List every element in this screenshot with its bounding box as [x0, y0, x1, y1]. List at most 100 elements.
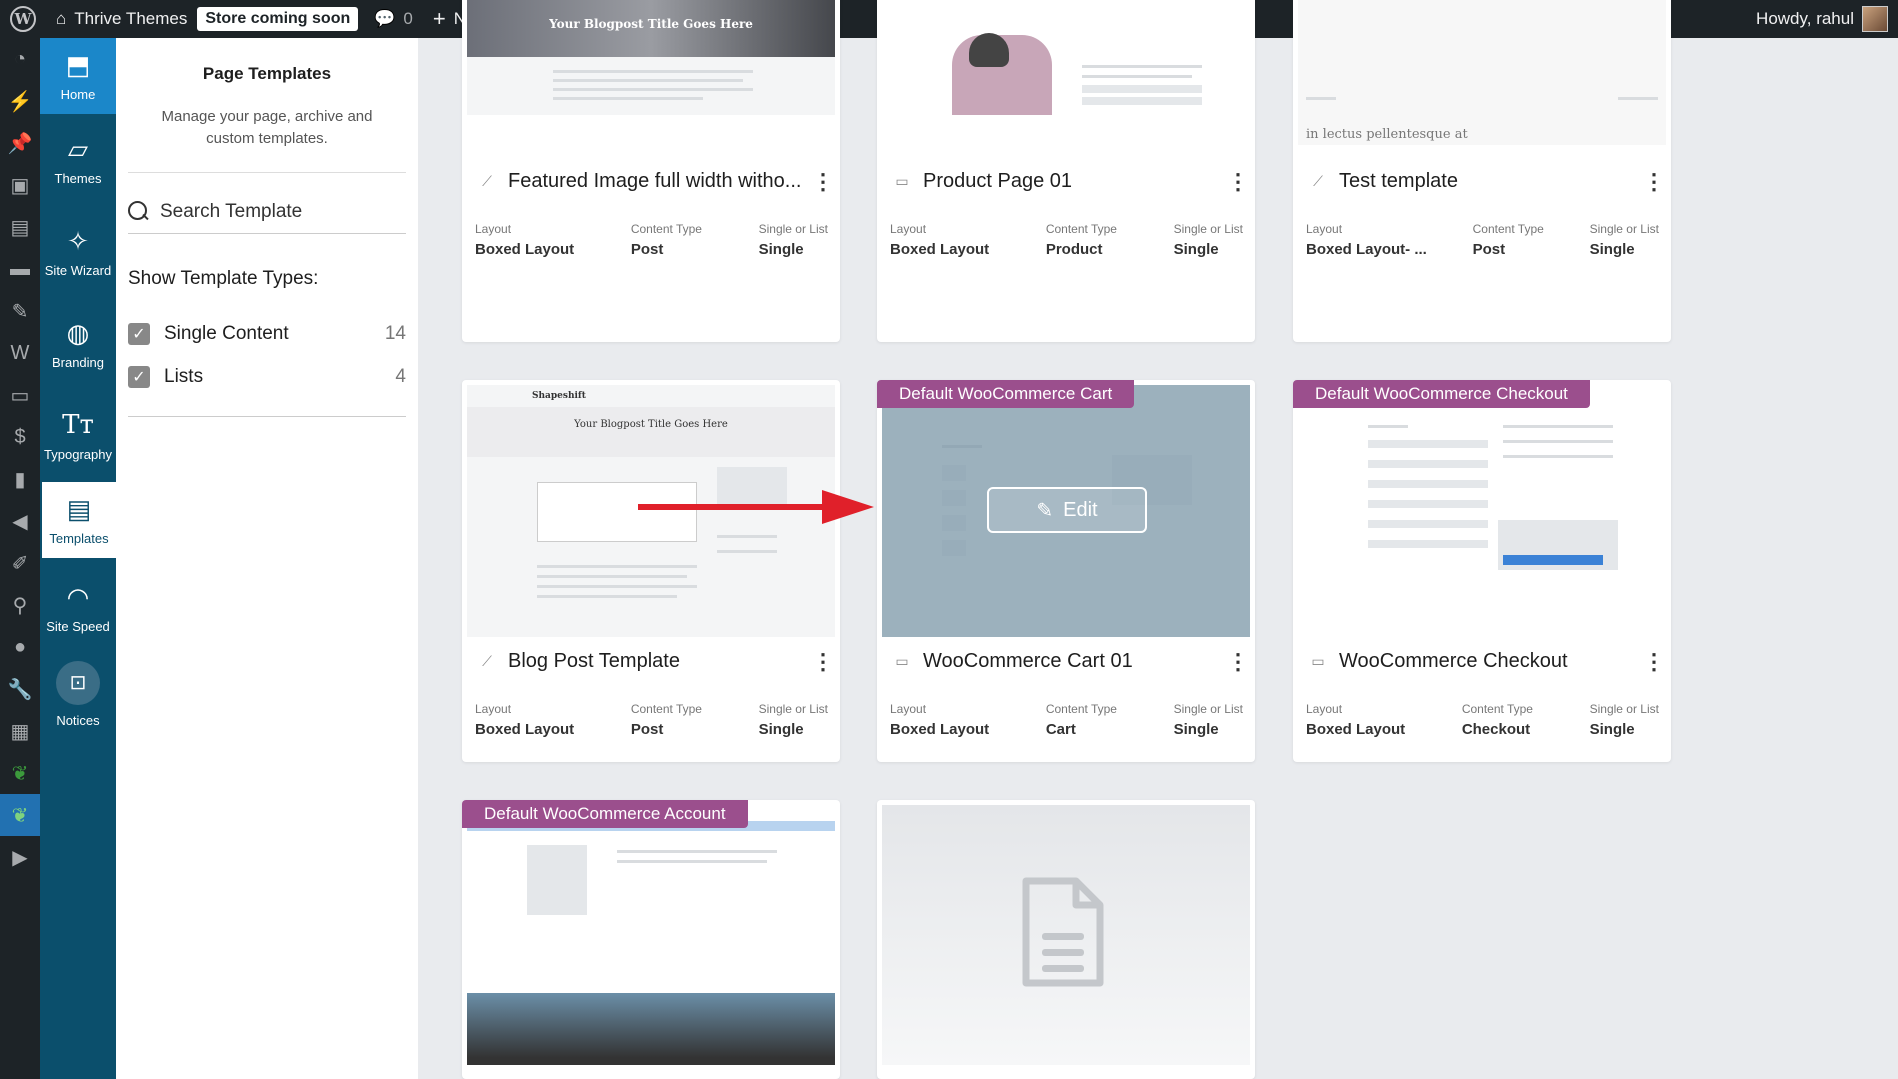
single-or-list-value: Single — [1173, 241, 1219, 258]
template-thumbnail[interactable] — [1298, 385, 1666, 637]
product-image-detail — [969, 33, 1009, 67]
card-title-row: ⟋ Blog Post Template ⋮ — [476, 650, 834, 673]
bolt-icon[interactable]: ⚡ — [0, 80, 40, 122]
meta-label: Single or List — [1173, 222, 1243, 236]
template-thumbnail[interactable] — [882, 805, 1250, 1065]
more-options-icon[interactable]: ⋮ — [1643, 650, 1665, 672]
nav-notices-label: Notices — [56, 712, 100, 728]
search-input[interactable] — [160, 201, 400, 223]
thrive-dashboard-nav: ⬒ Home ▱ Themes ✧ Site Wizard ◍ Branding… — [40, 38, 116, 1079]
account-menu[interactable]: Howdy, rahul — [1756, 0, 1888, 38]
template-card-featured-image[interactable]: Your Blogpost Title Goes Here ⟋ Featured… — [462, 0, 840, 342]
thumb-logo: Shapeshift — [532, 391, 586, 401]
type-filter-lists[interactable]: ✓ Lists 4 — [128, 355, 406, 398]
woo-icon[interactable]: W — [0, 332, 40, 374]
plugins-icon[interactable]: ⚲ — [0, 584, 40, 626]
search-box[interactable] — [128, 173, 406, 234]
single-or-list-value: Single — [758, 241, 804, 258]
edit-template-button[interactable]: ✎ Edit — [987, 487, 1147, 533]
tools-icon[interactable]: 🔧 — [0, 668, 40, 710]
nav-site-wizard[interactable]: ✧ Site Wizard — [40, 206, 116, 298]
wp-admin-menu: ◔ ⚡ 📌 ▣ ▤ ▬ ✎ W ▭ $ ▮ ◀ ✐ ⚲ ● 🔧 ▦ ❦ ❦ ▶ — [0, 38, 40, 1079]
layout-value: Boxed Layout — [475, 721, 575, 738]
card-title[interactable]: Product Page 01 — [923, 170, 1217, 193]
nav-home-label: Home — [60, 86, 96, 102]
template-card-blank[interactable] — [877, 800, 1255, 1079]
nav-notices[interactable]: ⊡ Notices — [40, 654, 116, 734]
input-mock — [1368, 480, 1488, 488]
dollar-icon[interactable]: $ — [0, 416, 40, 458]
template-thumbnail[interactable]: in lectus pellentesque at — [1298, 0, 1666, 145]
card-title[interactable]: WooCommerce Checkout — [1339, 650, 1633, 673]
input-mock — [1368, 460, 1488, 468]
feather-icon: ⟋ — [1313, 173, 1323, 189]
template-card-product-page[interactable]: ▭ Product Page 01 ⋮ Layout Boxed Layout C… — [877, 0, 1255, 342]
woo-icon: ▭ — [895, 653, 909, 669]
comments-link[interactable]: 💬 0 — [364, 0, 423, 38]
pages-icon[interactable]: ▤ — [0, 206, 40, 248]
nav-home[interactable]: ⬒ Home — [40, 38, 116, 114]
template-card-woocommerce-account[interactable]: Default WooCommerce Account — [462, 800, 840, 1079]
nav-site-speed[interactable]: ◠ Site Speed — [40, 562, 116, 654]
pin-icon-2[interactable]: ✎ — [0, 290, 40, 332]
hero-band — [467, 407, 835, 457]
more-options-icon[interactable]: ⋮ — [812, 650, 834, 672]
template-card-woocommerce-cart[interactable]: Default WooCommerce Cart ✎ Edit ▭ WooCom… — [877, 380, 1255, 762]
comments-icon[interactable]: ▬ — [0, 248, 40, 290]
text-line — [553, 88, 753, 91]
template-thumbnail[interactable] — [882, 0, 1250, 115]
card-meta: Layout Boxed Layout Content Type Post Sing… — [475, 702, 828, 738]
text-line — [537, 585, 697, 588]
checkbox-checked-icon[interactable]: ✓ — [128, 365, 150, 388]
template-thumbnail[interactable]: Your Blogpost Title Goes Here — [467, 0, 835, 115]
nav-branding[interactable]: ◍ Branding — [40, 298, 116, 390]
play-icon[interactable]: ▶ — [0, 836, 40, 878]
card-meta: Layout Boxed Layout Content Type Product S… — [890, 222, 1243, 258]
template-card-blog-post[interactable]: Shapeshift Your Blogpost Title Goes Here… — [462, 380, 840, 762]
leaf-icon[interactable]: ❦ — [0, 752, 40, 794]
nav-themes[interactable]: ▱ Themes — [40, 114, 116, 206]
card-title[interactable]: Blog Post Template — [508, 650, 802, 673]
analytics-icon[interactable]: ▮ — [0, 458, 40, 500]
text-line — [1503, 425, 1613, 428]
palette-icon: ◍ — [66, 317, 90, 348]
checkbox-checked-icon[interactable]: ✓ — [128, 322, 150, 345]
media-icon[interactable]: ▣ — [0, 164, 40, 206]
more-options-icon[interactable]: ⋮ — [1643, 170, 1665, 192]
megaphone-icon[interactable]: ◀ — [0, 500, 40, 542]
greeting: Howdy, rahul — [1756, 9, 1854, 28]
meta-label: Single or List — [758, 702, 828, 716]
text-line — [1503, 440, 1613, 443]
thrive-leaf-icon[interactable]: ❦ — [0, 794, 40, 836]
wordpress-logo-button[interactable]: W — [0, 0, 46, 38]
card-title[interactable]: Test template — [1339, 170, 1633, 193]
layout-value: Boxed Layout — [890, 721, 990, 738]
more-options-icon[interactable]: ⋮ — [812, 170, 834, 192]
dashboard-icon[interactable]: ◔ — [0, 38, 40, 80]
footer-image — [467, 993, 835, 1065]
card-meta: Layout Boxed Layout- ... Content Type Post… — [1306, 222, 1659, 258]
type-filter-single-content[interactable]: ✓ Single Content 14 — [128, 312, 406, 355]
pin-icon[interactable]: 📌 — [0, 122, 40, 164]
template-card-test-template[interactable]: in lectus pellentesque at ⟋ Test templat… — [1293, 0, 1671, 342]
card-title[interactable]: WooCommerce Cart 01 — [923, 650, 1217, 673]
red-arrow-annotation — [638, 490, 874, 524]
archive-icon[interactable]: ▭ — [0, 374, 40, 416]
card-title[interactable]: Featured Image full width witho... — [508, 170, 802, 193]
nav-templates-label: Templates — [49, 530, 109, 546]
card-title-row: ⟋ Test template ⋮ — [1307, 170, 1665, 193]
users-icon[interactable]: ● — [0, 626, 40, 668]
default-template-badge: Default WooCommerce Cart — [877, 380, 1135, 408]
nav-typography[interactable]: Tт Typography — [40, 390, 116, 482]
text-line — [1082, 65, 1202, 68]
template-thumbnail[interactable] — [467, 805, 835, 1065]
template-card-woocommerce-checkout[interactable]: Default WooCommerce Checkout ▭ WooCommer… — [1293, 380, 1671, 762]
text-line — [617, 850, 777, 853]
store-status-badge[interactable]: Store coming soon — [197, 7, 359, 31]
site-name-link[interactable]: ⌂ Thrive Themes — [46, 0, 197, 38]
settings-icon[interactable]: ▦ — [0, 710, 40, 752]
brush-icon[interactable]: ✐ — [0, 542, 40, 584]
more-options-icon[interactable]: ⋮ — [1227, 170, 1249, 192]
nav-templates[interactable]: ▤ Templates — [42, 482, 116, 558]
more-options-icon[interactable]: ⋮ — [1227, 650, 1249, 672]
